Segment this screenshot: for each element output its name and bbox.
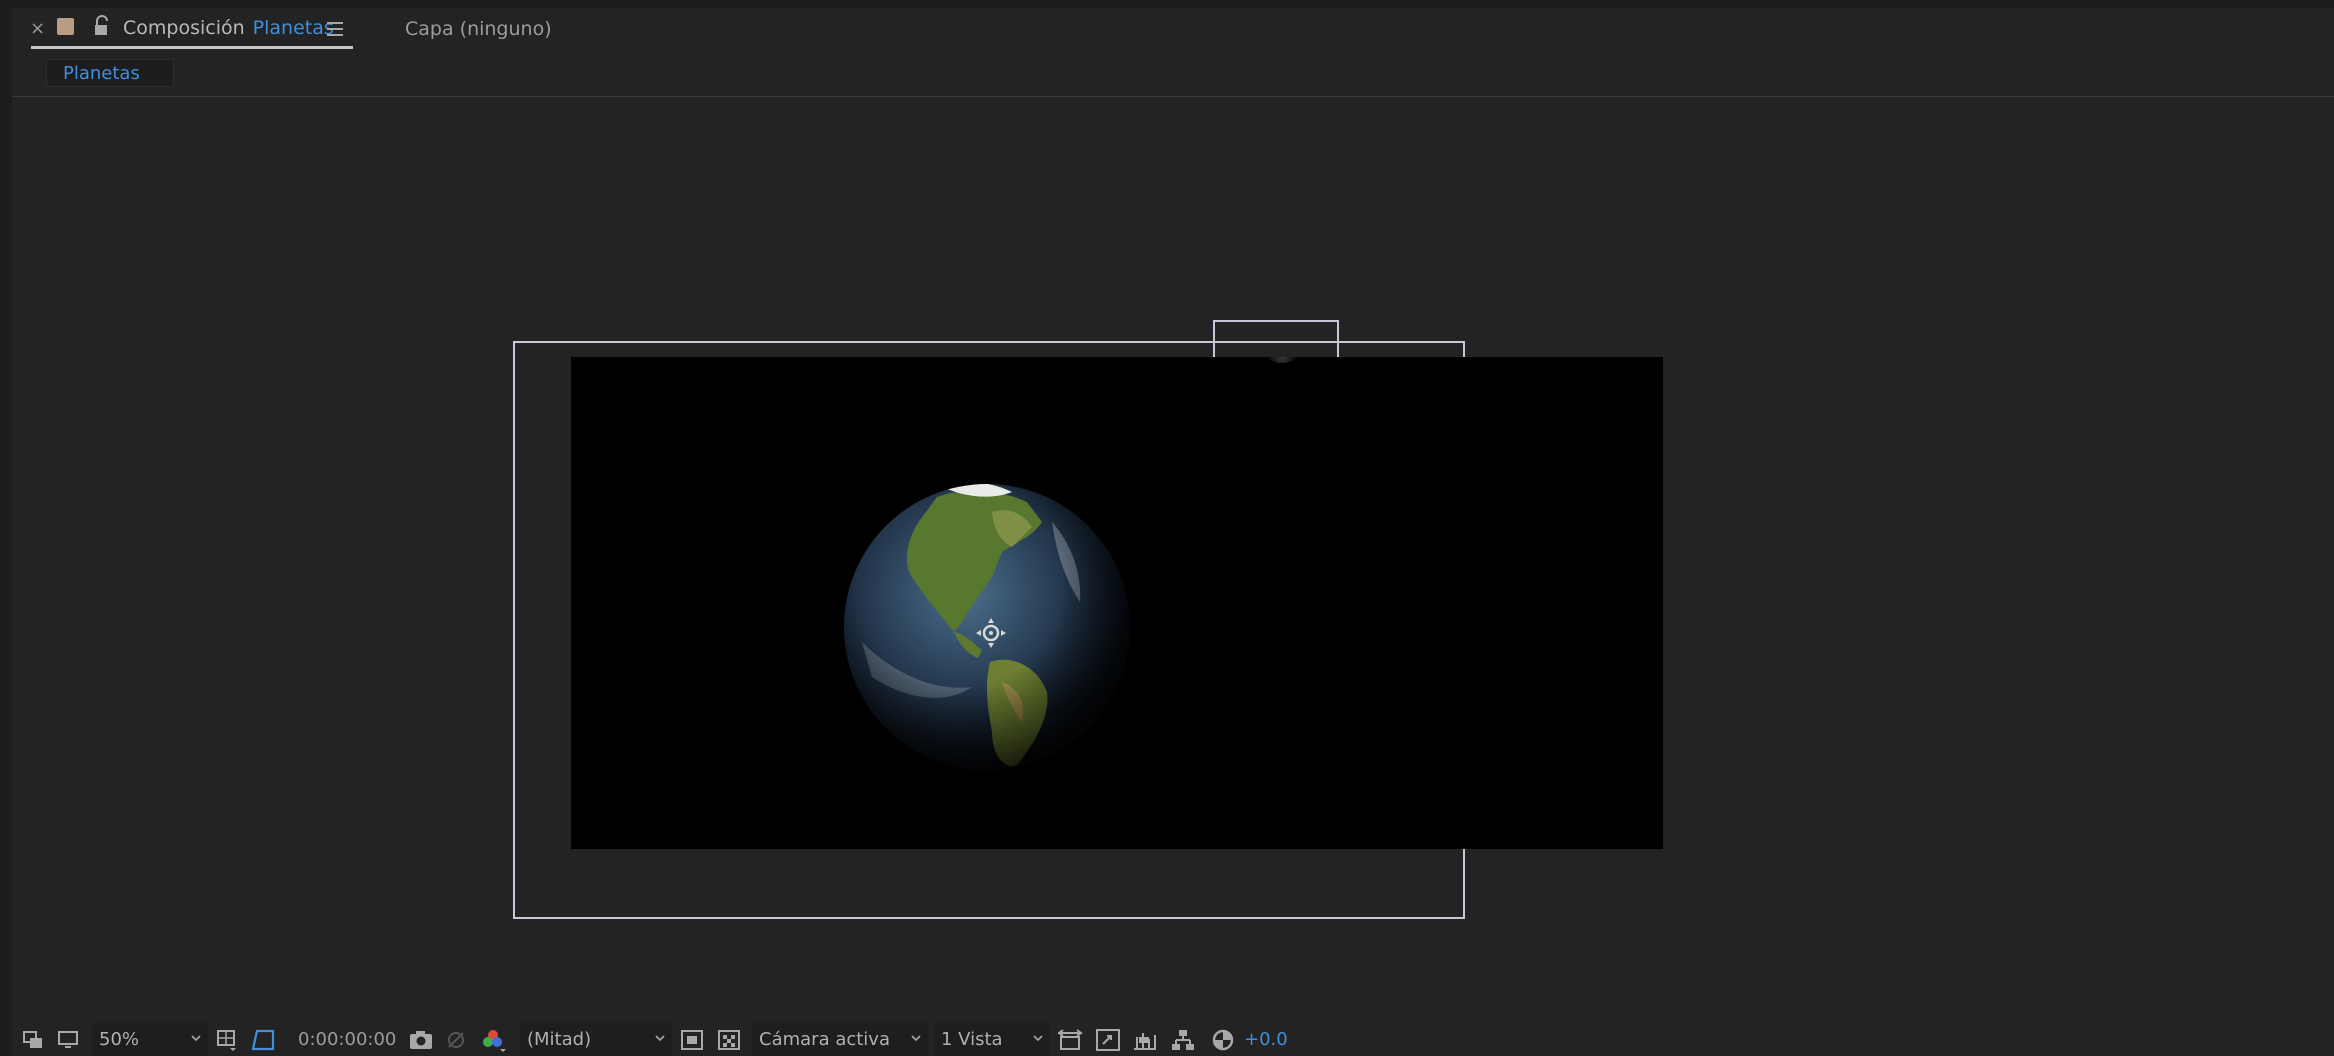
resolution-grid-icon[interactable]	[215, 1023, 241, 1056]
tab-composition-label: Composición	[123, 17, 245, 39]
camera-value: Cámara activa	[759, 1029, 890, 1050]
composition-panel: × Composición Planetas Capa (ninguno) Pla…	[12, 8, 2334, 1056]
chevron-down-icon	[191, 1035, 201, 1042]
adjust-exposure[interactable]: +0.0	[1244, 1023, 1304, 1056]
close-icon[interactable]: ×	[30, 18, 45, 39]
tab-composition[interactable]: Composición Planetas	[123, 17, 334, 39]
exposure-value: +0.0	[1244, 1029, 1288, 1050]
tab-layer[interactable]: Capa (ninguno)	[405, 18, 552, 40]
toggle-view-layout-icon[interactable]	[1057, 1023, 1083, 1056]
region-of-interest-icon[interactable]	[251, 1023, 277, 1056]
active-tab-indicator	[31, 46, 353, 49]
left-panel-edge	[0, 8, 12, 1056]
resolution-value: (Mitad)	[527, 1029, 592, 1050]
views-value: 1 Vista	[941, 1029, 1003, 1050]
always-preview-icon[interactable]	[22, 1023, 46, 1056]
timeline-icon[interactable]	[1132, 1023, 1158, 1056]
snapshot-icon[interactable]	[408, 1023, 434, 1056]
viewer-toolbar: 50% 0:00:00:00 (Mitad) Cámara activa 1 V…	[12, 1023, 2334, 1056]
panel-menu-icon[interactable]	[327, 22, 343, 36]
tab-composition-name: Planetas	[252, 17, 334, 39]
timecode: 0:00:00:00	[298, 1029, 397, 1050]
zoom-dropdown[interactable]: 50%	[92, 1023, 208, 1056]
zoom-value: 50%	[99, 1029, 140, 1050]
moon-layer[interactable]	[1266, 357, 1298, 363]
anchor-point-icon[interactable]	[975, 617, 1007, 649]
chevron-down-icon	[655, 1035, 665, 1042]
solid-layer[interactable]	[571, 357, 1663, 849]
show-snapshot-icon[interactable]	[445, 1023, 469, 1056]
views-dropdown[interactable]: 1 Vista	[934, 1023, 1050, 1056]
breadcrumb-item: Planetas	[63, 63, 140, 84]
fast-preview-icon[interactable]	[680, 1023, 706, 1056]
monitor-icon[interactable]	[57, 1023, 81, 1056]
unlock-icon[interactable]	[92, 15, 112, 37]
camera-dropdown[interactable]: Cámara activa	[752, 1023, 928, 1056]
chevron-down-icon	[911, 1035, 921, 1042]
color-channels-icon[interactable]	[480, 1023, 506, 1056]
top-strip	[0, 0, 2334, 8]
header-divider	[12, 96, 2334, 97]
breadcrumb[interactable]: Planetas	[46, 59, 174, 87]
flowchart-icon[interactable]	[1170, 1023, 1196, 1056]
chevron-down-icon	[1033, 1035, 1043, 1042]
current-time[interactable]: 0:00:00:00	[298, 1023, 408, 1056]
label-color-swatch[interactable]	[57, 18, 74, 35]
resolution-dropdown[interactable]: (Mitad)	[520, 1023, 672, 1056]
3d-view-icon[interactable]	[1095, 1023, 1121, 1056]
toggle-transparency-grid-icon[interactable]	[717, 1023, 743, 1056]
reset-exposure-icon[interactable]	[1211, 1023, 1237, 1056]
